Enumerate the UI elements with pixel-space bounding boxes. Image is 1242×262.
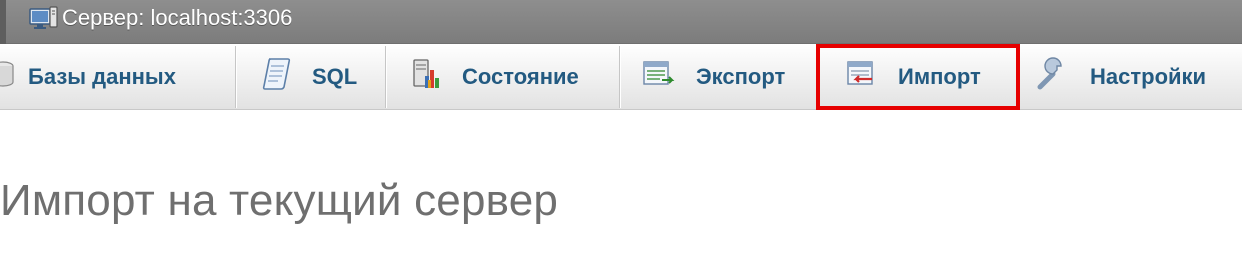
tab-export-label: Экспорт — [696, 64, 786, 89]
tab-status[interactable]: Состояние — [386, 44, 620, 110]
server-icon — [28, 5, 58, 31]
server-breadcrumb-label: Сервер: localhost:3306 — [62, 5, 293, 30]
tab-databases[interactable]: Базы данных — [0, 44, 236, 110]
phpmyadmin-window: Сервер: localhost:3306 Базы данных SQL С… — [0, 0, 1242, 262]
tab-import-label: Импорт — [898, 64, 981, 89]
top-menu: Базы данных SQL Состояние Экспорт Импорт… — [0, 44, 1242, 110]
sql-icon — [262, 57, 292, 97]
tab-settings[interactable]: Настройки — [1020, 44, 1242, 110]
tab-sql[interactable]: SQL — [236, 44, 386, 110]
server-breadcrumb-bar: Сервер: localhost:3306 — [0, 0, 1242, 44]
tab-databases-label: Базы данных — [28, 64, 176, 89]
wrench-icon — [1036, 57, 1070, 97]
tab-import[interactable]: Импорт — [816, 44, 1020, 110]
server-breadcrumb-link[interactable]: Сервер: localhost:3306 — [28, 0, 292, 36]
tab-export[interactable]: Экспорт — [620, 44, 818, 110]
tab-settings-label: Настройки — [1090, 64, 1207, 89]
tab-sql-label: SQL — [312, 64, 358, 89]
export-icon — [642, 60, 676, 94]
bar-edge — [0, 0, 6, 44]
import-icon — [844, 60, 876, 94]
status-icon — [412, 58, 440, 96]
page-title: Импорт на текущий сервер — [0, 176, 559, 225]
database-icon — [0, 61, 14, 93]
tab-status-label: Состояние — [462, 64, 579, 89]
